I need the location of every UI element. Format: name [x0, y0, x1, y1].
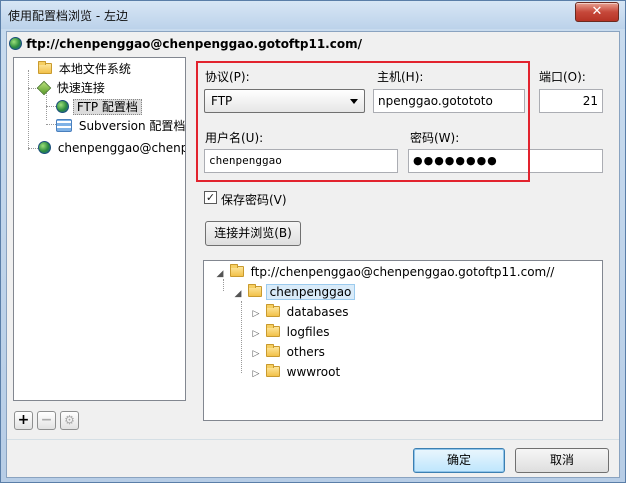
protocol-label: 协议(P):: [205, 70, 250, 84]
password-label: 密码(W):: [410, 131, 460, 145]
tree-item-others[interactable]: ▷ others: [250, 343, 328, 361]
save-password-checkbox[interactable]: ✓: [204, 191, 217, 204]
tree-line: [241, 301, 242, 373]
tree-line: [28, 148, 38, 149]
folder-icon: [265, 324, 280, 337]
ok-button[interactable]: 确定: [413, 448, 505, 473]
profile-settings-button[interactable]: ⚙: [60, 411, 79, 430]
tree-item-label: wwwroot: [286, 365, 341, 379]
tree-line: [46, 124, 56, 125]
add-profile-button[interactable]: +: [14, 411, 33, 430]
tree-item-label: chenpenggao@chenp: [57, 141, 186, 155]
tree-item-local-fs[interactable]: 本地文件系统: [38, 60, 134, 78]
expanded-arrow-icon: ◢: [234, 289, 242, 299]
profile-tree[interactable]: 本地文件系统 快速连接 FTP 配置档 Subversion 配置档 chenp…: [13, 57, 186, 401]
globe-icon: [56, 100, 69, 113]
globe-icon: [38, 141, 51, 154]
folder-icon: [247, 284, 262, 297]
username-label: 用户名(U):: [205, 131, 264, 145]
globe-icon: [9, 37, 22, 50]
tree-item-svn-profiles[interactable]: Subversion 配置档: [56, 117, 186, 135]
tree-item-logfiles[interactable]: ▷ logfiles: [250, 323, 332, 341]
folder-icon: [265, 364, 280, 377]
svn-icon: [56, 119, 72, 132]
separator: [7, 439, 619, 440]
cancel-button[interactable]: 取消: [515, 448, 609, 473]
tree-item-label: FTP 配置档: [72, 99, 142, 115]
save-password-label[interactable]: 保存密码(V): [221, 191, 287, 208]
folder-icon: [265, 304, 280, 317]
port-input[interactable]: 21: [539, 89, 603, 113]
dialog-window: 使用配置档浏览 - 左边 ✕ ftp://chenpenggao@chenpen…: [0, 0, 626, 483]
folder-icon: [229, 264, 244, 277]
username-input[interactable]: chenpenggao: [204, 149, 398, 173]
current-path-text: ftp://chenpenggao@chenpenggao.gotoftp11.…: [26, 37, 362, 51]
tree-item-label: chenpenggao: [265, 284, 356, 300]
tree-item-label: others: [286, 345, 325, 359]
tree-item-user-folder[interactable]: ◢ chenpenggao: [232, 283, 356, 301]
folder-icon: [38, 61, 52, 74]
tree-item-label: Subversion 配置档: [78, 119, 186, 133]
expanded-arrow-icon: ◢: [216, 269, 224, 279]
close-button[interactable]: ✕: [575, 2, 619, 22]
tree-line: [46, 106, 56, 107]
collapsed-arrow-icon: ▷: [252, 349, 260, 359]
tree-item-root[interactable]: ◢ ftp://chenpenggao@chenpenggao.gotoftp1…: [214, 263, 557, 281]
remove-profile-button[interactable]: −: [37, 411, 56, 430]
host-input[interactable]: npenggao.gotototo: [373, 89, 525, 113]
collapsed-arrow-icon: ▷: [252, 309, 260, 319]
folder-icon: [265, 344, 280, 357]
tree-item-label: ftp://chenpenggao@chenpenggao.gotoftp11.…: [250, 265, 555, 279]
current-path: ftp://chenpenggao@chenpenggao.gotoftp11.…: [9, 37, 362, 53]
tree-item-databases[interactable]: ▷ databases: [250, 303, 352, 321]
remote-tree[interactable]: ◢ ftp://chenpenggao@chenpenggao.gotoftp1…: [203, 260, 603, 421]
tree-line: [28, 70, 29, 150]
protocol-select[interactable]: FTP: [204, 89, 365, 113]
tree-item-ftp-profiles[interactable]: FTP 配置档: [56, 98, 142, 116]
protocol-value: FTP: [211, 94, 233, 108]
collapsed-arrow-icon: ▷: [252, 329, 260, 339]
port-label: 端口(O):: [539, 70, 586, 84]
connect-browse-button[interactable]: 连接并浏览(B): [205, 221, 301, 246]
tree-item-label: 本地文件系统: [58, 62, 131, 76]
collapsed-arrow-icon: ▷: [252, 369, 260, 379]
host-label: 主机(H):: [377, 70, 424, 84]
chevron-down-icon: [350, 99, 358, 104]
tree-item-wwwroot[interactable]: ▷ wwwroot: [250, 363, 343, 381]
tree-item-label: 快速连接: [56, 81, 105, 95]
password-input[interactable]: ●●●●●●●●: [408, 149, 603, 173]
tree-item-quick-connect[interactable]: 快速连接: [36, 79, 108, 97]
window-title: 使用配置档浏览 - 左边: [8, 9, 128, 23]
title-bar: 使用配置档浏览 - 左边 ✕: [1, 1, 625, 29]
tree-item-saved-connection[interactable]: chenpenggao@chenp: [38, 139, 186, 157]
tree-item-label: logfiles: [286, 325, 330, 339]
tree-item-label: databases: [286, 305, 349, 319]
cube-icon: [36, 80, 52, 96]
